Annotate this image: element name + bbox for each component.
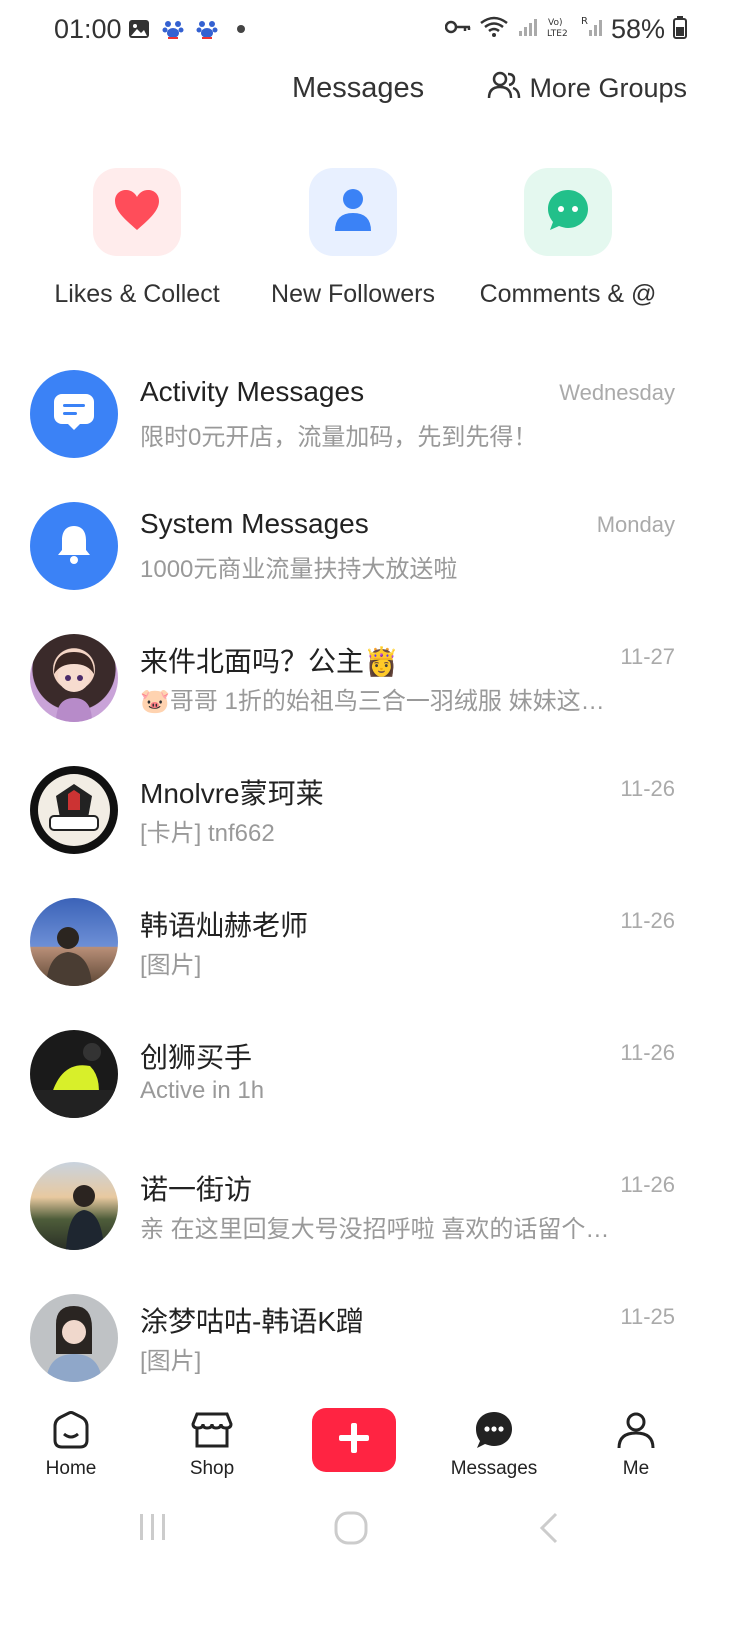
heart-icon [113,188,161,237]
conversation-title: Activity Messages [140,376,365,407]
list-item[interactable]: Activity Messages 限时0元开店，流量加码，先到先得！ Wedn… [0,352,743,484]
user-avatar [30,634,118,722]
conversation-title: System Messages [140,508,369,539]
system-status-icons: Vo) LTE2 R 58% [444,14,687,45]
conversation-time: 11-26 [620,908,675,933]
activity-icon [52,392,96,437]
category-likes-collect[interactable]: Likes & Collect [37,168,237,309]
conversation-title: Mnolvre蒙珂莱 [140,778,324,809]
person-icon [333,187,373,238]
user-avatar [30,766,118,854]
profile-icon [576,1408,696,1452]
nav-me[interactable]: Me [576,1408,696,1480]
message-categories: Likes & Collect New Followers Comments &… [0,168,743,318]
chat-bubble-icon [546,188,590,237]
plus-icon [337,1421,371,1460]
recent-apps-icon[interactable] [136,1510,170,1549]
conversation-preview: [卡片] tnf662 [140,820,275,847]
nav-shop-label: Shop [189,1458,235,1479]
conversation-preview: 1000元商业流量扶持大放送啦 [140,556,458,583]
bell-icon [54,522,94,571]
page-title: Messages [292,72,425,104]
conversation-title: 诺一街访 [140,1174,253,1205]
user-avatar [30,1294,118,1382]
lte-icon: Vo) LTE2 [547,15,573,44]
likes-badge [93,168,181,256]
category-comments[interactable]: Comments & @ [468,168,668,309]
list-item[interactable]: 来件北面吗？公主👸 🐷哥哥 1折的始祖鸟三合一羽绒服 妹妹这… 11-27 [0,616,743,748]
category-label: Likes & Collect [54,280,220,308]
gallery-icon [128,18,150,40]
bottom-nav: Home Shop Messages Me [0,1398,743,1498]
conversation-time: 11-25 [620,1304,675,1329]
svg-text:R: R [581,16,588,27]
status-bar: 01:00 Vo) LTE2 R 58% [0,0,743,62]
nav-home[interactable]: Home [11,1408,131,1480]
conversation-title: 创狮买手 [140,1042,253,1073]
conversation-preview: Active in 1h [140,1077,265,1104]
system-avatar [30,502,118,590]
conversation-time: Wednesday [559,380,675,405]
more-groups-label: More Groups [529,73,687,103]
nav-shop[interactable]: Shop [152,1408,272,1480]
conversation-preview: [图片] [140,952,202,979]
user-avatar [30,898,118,986]
conversation-preview: 限时0元开店，流量加码，先到先得！ [140,424,538,451]
category-label: New Followers [271,280,435,308]
followers-badge [309,168,397,256]
nav-messages-label: Messages [450,1458,538,1479]
conversation-preview: 🐷哥哥 1折的始祖鸟三合一羽绒服 妹妹这… [140,688,605,715]
conversation-title: 来件北面吗？公主👸 [140,646,399,677]
list-item[interactable]: 韩语灿赫老师 [图片] 11-26 [0,880,743,1012]
conversation-time: Monday [596,512,675,537]
conversation-time: 11-26 [620,1172,675,1197]
status-time: 01:00 [54,14,122,44]
user-avatar [30,1030,118,1118]
signal-icon [517,16,539,43]
battery-percent: 58% [610,14,665,44]
category-new-followers[interactable]: New Followers [253,168,453,309]
home-icon [11,1408,131,1452]
notification-icons [128,18,252,40]
back-icon[interactable] [536,1510,562,1551]
conversation-time: 11-26 [620,1040,675,1065]
post-button[interactable] [312,1408,396,1472]
header: Messages More Groups [0,62,743,132]
list-item[interactable]: 涂梦咕咕-韩语K蹭 [图片] 11-25 [0,1276,743,1396]
nav-me-label: Me [622,1458,650,1479]
messages-icon [434,1408,554,1452]
comments-badge [524,168,612,256]
category-label: Comments & @ [479,280,657,308]
nav-messages[interactable]: Messages [434,1408,554,1480]
nav-home-label: Home [45,1458,97,1479]
svg-text:Vo): Vo) [548,18,562,28]
conversation-time: 11-27 [620,644,675,669]
battery-icon [673,15,687,44]
signal-icon-2: R [581,15,603,44]
list-item[interactable]: System Messages 1000元商业流量扶持大放送啦 Monday [0,484,743,616]
list-item[interactable]: 诺一街访 亲 在这里回复大号没招呼啦 喜欢的话留个… 11-26 [0,1144,743,1276]
conversation-title: 韩语灿赫老师 [140,910,309,941]
system-nav-bar [0,1500,743,1550]
user-avatar [30,1162,118,1250]
activity-avatar [30,370,118,458]
group-icon [487,70,521,107]
home-button-icon[interactable] [333,1510,369,1551]
conversation-preview: 亲 在这里回复大号没招呼啦 喜欢的话留个… [140,1216,610,1243]
paw-icon [162,18,184,40]
key-icon [444,19,471,40]
paw-icon [196,18,218,40]
svg-text:LTE2: LTE2 [547,29,568,39]
shop-icon [152,1408,272,1452]
more-groups-button[interactable]: More Groups [487,70,687,107]
conversation-time: 11-26 [620,776,675,801]
conversation-title: 涂梦咕咕-韩语K蹭 [140,1306,365,1337]
conversation-preview: [图片] [140,1348,202,1375]
list-item[interactable]: 创狮买手 Active in 1h 11-26 [0,1012,743,1144]
dot-icon [230,18,252,40]
wifi-icon [479,15,509,44]
list-item[interactable]: Mnolvre蒙珂莱 [卡片] tnf662 11-26 [0,748,743,880]
